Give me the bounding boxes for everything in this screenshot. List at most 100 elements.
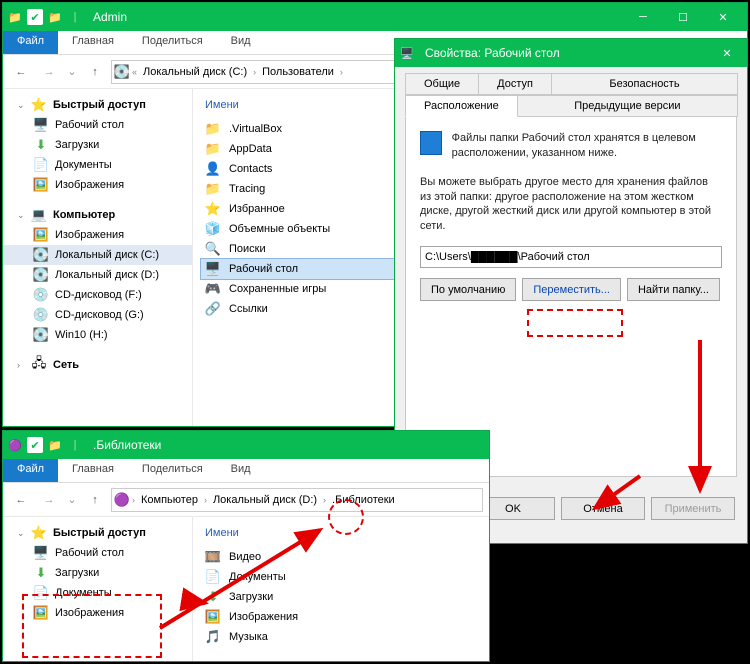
item-pictures[interactable]: 🖼️Изображения [201,607,481,627]
crumb-computer[interactable]: Компьютер [137,492,202,508]
search-icon: 🔍 [205,241,221,257]
network-icon: 🖧 [31,357,47,373]
nav-computer[interactable]: ⌄💻Компьютер [3,205,192,225]
nav-pictures2[interactable]: 🖼️Изображения [3,225,192,245]
picture-icon: 🖼️ [205,609,221,625]
tab-view[interactable]: Вид [217,459,265,482]
download-icon: ⬇ [33,565,49,581]
app-icon: 🟣 [114,492,130,508]
close-button[interactable]: ✕ [703,3,743,31]
maximize-button[interactable]: ☐ [663,3,703,31]
recent-button[interactable]: ⌄ [65,60,79,84]
nav-desktop[interactable]: 🖥️Рабочий стол [3,543,192,563]
minimize-button[interactable]: ─ [623,3,663,31]
tab-previous[interactable]: Предыдущие версии [517,95,738,117]
desktop-icon: 🖥️ [33,545,49,561]
tab-share[interactable]: Поделиться [128,459,217,482]
titlebar[interactable]: 🖥️ Свойства: Рабочий стол ✕ [395,39,747,67]
recent-button[interactable]: ⌄ [65,488,79,512]
close-button[interactable]: ✕ [711,39,743,67]
drive-icon: 💽 [114,64,130,80]
crumb-libraries[interactable]: .Библиотеки [328,492,399,508]
up-button[interactable]: ↑ [83,488,107,512]
desktop-icon: 🖥️ [205,261,221,277]
tab-access[interactable]: Доступ [478,73,552,95]
nav-disk-d[interactable]: 💽Локальный диск (D:) [3,265,192,285]
check-icon: ✔ [27,437,43,453]
info-text-1: Файлы папки Рабочий стол хранятся в целе… [452,131,722,161]
tab-general[interactable]: Общие [405,73,479,95]
move-button[interactable]: Переместить... [522,278,621,301]
nav-quick-access[interactable]: ⌄⭐Быстрый доступ [3,523,192,543]
chevron-icon: « [132,67,137,77]
nav-disk-c[interactable]: 💽Локальный диск (C:) [3,245,192,265]
folder-icon: 📁 [205,141,221,157]
default-button[interactable]: По умолчанию [420,278,516,301]
dialog-title: Свойства: Рабочий стол [419,46,711,60]
forward-button[interactable]: → [37,60,61,84]
star-icon: ⭐ [31,97,47,113]
picture-icon: 🖼️ [33,227,49,243]
item-music[interactable]: 🎵Музыка [201,627,481,647]
folder-icon: 📁 [47,437,63,453]
nav-network[interactable]: ›🖧Сеть [3,355,192,375]
up-button[interactable]: ↑ [83,60,107,84]
app-icon: 🟣 [7,437,23,453]
nav-cd-g[interactable]: 💿CD-дисковод (G:) [3,305,192,325]
tab-home[interactable]: Главная [58,459,128,482]
crumb-users[interactable]: Пользователи [258,64,338,80]
cancel-button[interactable]: Отмена [561,497,645,520]
cube-icon: 🧊 [205,221,221,237]
tab-file[interactable]: Файл [3,459,58,482]
path-input[interactable] [420,246,722,268]
back-button[interactable]: ← [9,60,33,84]
nav-documents[interactable]: 📄Документы [3,583,192,603]
download-icon: ⬇ [33,137,49,153]
drive-icon: 💽 [33,327,49,343]
tab-location[interactable]: Расположение [405,95,518,117]
forward-button[interactable]: → [37,488,61,512]
nav-quick-access[interactable]: ⌄⭐Быстрый доступ [3,95,192,115]
nav-win10[interactable]: 💽Win10 (H:) [3,325,192,345]
tab-home[interactable]: Главная [58,31,128,54]
chevron-icon: › [132,495,135,505]
info-text-2: Вы можете выбрать другое место для хране… [420,175,722,234]
chevron-icon: › [204,495,207,505]
crumb-disk-d[interactable]: Локальный диск (D:) [209,492,321,508]
nav-pictures[interactable]: 🖼️Изображения [3,175,192,195]
apply-button[interactable]: Применить [651,497,735,520]
back-button[interactable]: ← [9,488,33,512]
nav-downloads[interactable]: ⬇Загрузки [3,563,192,583]
nav-cd-f[interactable]: 💿CD-дисковод (F:) [3,285,192,305]
nav-desktop[interactable]: 🖥️Рабочий стол [3,115,192,135]
download-icon: ⬇ [205,589,221,605]
item-video[interactable]: 🎞️Видео [201,547,481,567]
titlebar[interactable]: 📁 ✔ 📁 | Admin ─ ☐ ✕ [3,3,747,31]
nav-downloads[interactable]: ⬇Загрузки [3,135,192,155]
drive-icon: 💽 [33,247,49,263]
tab-file[interactable]: Файл [3,31,58,54]
chevron-icon: › [323,495,326,505]
chevron-icon: › [253,67,256,77]
cd-icon: 💿 [33,307,49,323]
nav-pictures[interactable]: 🖼️Изображения [3,603,192,623]
drive-icon: 💽 [33,267,49,283]
breadcrumb[interactable]: 🟣 › Компьютер › Локальный диск (D:) › .Б… [111,488,483,512]
crumb-disk-c[interactable]: Локальный диск (C:) [139,64,251,80]
tab-view[interactable]: Вид [217,31,265,54]
check-icon: ✔ [27,9,43,25]
content-pane: Имени 🎞️Видео 📄Документы ⬇Загрузки 🖼️Изо… [193,517,489,661]
nav-documents[interactable]: 📄Документы [3,155,192,175]
tab-security[interactable]: Безопасность [551,73,738,95]
tab-share[interactable]: Поделиться [128,31,217,54]
titlebar[interactable]: 🟣 ✔ 📁 | .Библиотеки [3,431,489,459]
column-header-name[interactable]: Имени [201,523,481,547]
games-icon: 🎮 [205,281,221,297]
item-downloads[interactable]: ⬇Загрузки [201,587,481,607]
explorer-window-2: 🟣 ✔ 📁 | .Библиотеки Файл Главная Поделит… [2,430,490,662]
window-title: Admin [87,10,623,24]
chevron-icon: › [340,67,343,77]
item-docs[interactable]: 📄Документы [201,567,481,587]
picture-icon: 🖼️ [33,177,49,193]
find-folder-button[interactable]: Найти папку... [627,278,720,301]
